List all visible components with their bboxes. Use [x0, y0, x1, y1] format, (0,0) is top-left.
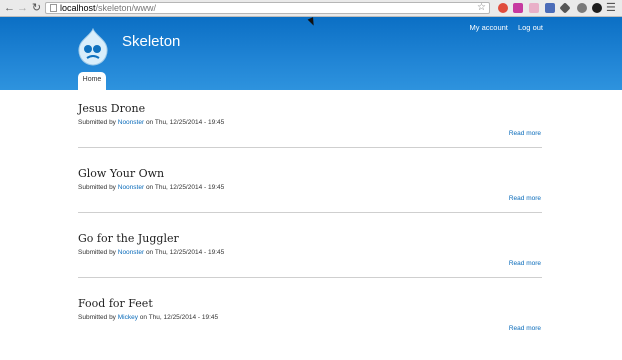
- submitted-prefix: Submitted by: [78, 314, 116, 321]
- extension-icon[interactable]: [577, 3, 587, 13]
- page-icon: [50, 4, 57, 12]
- node-title[interactable]: Food for Feet: [78, 295, 542, 313]
- url-path: /skeleton/www/: [95, 3, 157, 13]
- submitted-date: on Thu, 12/25/2014 - 19:45: [145, 249, 225, 256]
- tab-home[interactable]: Home: [78, 72, 106, 90]
- read-more-link[interactable]: Read more: [509, 130, 541, 137]
- node-teaser: Jesus Drone Submitted by Noonster on Thu…: [78, 100, 542, 165]
- divider: [78, 147, 542, 148]
- extension-icon[interactable]: [592, 3, 602, 13]
- node-list: Jesus Drone Submitted by Noonster on Thu…: [78, 100, 542, 360]
- node-title[interactable]: Jesus Drone: [78, 100, 542, 118]
- extension-icon[interactable]: [559, 2, 571, 14]
- node-teaser: Go for the Juggler Submitted by Noonster…: [78, 230, 542, 295]
- site-header: Skeleton My account Log out Home: [0, 17, 622, 90]
- author-link[interactable]: Noonster: [118, 119, 144, 126]
- user-menu: My account Log out: [462, 23, 543, 32]
- submitted-line: Submitted by Noonster on Thu, 12/25/2014…: [78, 183, 542, 193]
- submitted-line: Submitted by Noonster on Thu, 12/25/2014…: [78, 118, 542, 128]
- author-link[interactable]: Mickey: [118, 314, 138, 321]
- submitted-prefix: Submitted by: [78, 184, 116, 191]
- menu-icon[interactable]: ☰: [606, 2, 616, 14]
- star-icon[interactable]: ☆: [477, 3, 486, 13]
- extension-icon[interactable]: [498, 3, 508, 13]
- read-more-link[interactable]: Read more: [509, 260, 541, 267]
- back-icon[interactable]: ←: [4, 2, 15, 14]
- address-bar[interactable]: localhost/skeleton/www/ ☆: [45, 2, 490, 14]
- submitted-date: on Thu, 12/25/2014 - 19:45: [139, 314, 219, 321]
- submitted-date: on Thu, 12/25/2014 - 19:45: [145, 184, 225, 191]
- author-link[interactable]: Noonster: [118, 249, 144, 256]
- author-link[interactable]: Noonster: [118, 184, 144, 191]
- submitted-prefix: Submitted by: [78, 119, 116, 126]
- log-out-link[interactable]: Log out: [518, 23, 543, 32]
- extension-icon[interactable]: [529, 3, 539, 13]
- submitted-prefix: Submitted by: [78, 249, 116, 256]
- read-more-link[interactable]: Read more: [509, 195, 541, 202]
- node-teaser: Food for Feet Submitted by Mickey on Thu…: [78, 295, 542, 360]
- site-name[interactable]: Skeleton: [122, 33, 180, 50]
- node-title[interactable]: Go for the Juggler: [78, 230, 542, 248]
- reload-icon[interactable]: ↻: [31, 2, 42, 14]
- drupal-logo-icon[interactable]: [76, 28, 110, 68]
- divider: [78, 212, 542, 213]
- extension-icon[interactable]: [545, 3, 555, 13]
- browser-toolbar: ← → ↻ localhost/skeleton/www/ ☆ ☰: [0, 0, 622, 17]
- node-title[interactable]: Glow Your Own: [78, 165, 542, 183]
- submitted-date: on Thu, 12/25/2014 - 19:45: [145, 119, 225, 126]
- url-host: localhost: [60, 3, 96, 13]
- submitted-line: Submitted by Mickey on Thu, 12/25/2014 -…: [78, 313, 542, 323]
- read-more-link[interactable]: Read more: [509, 325, 541, 332]
- my-account-link[interactable]: My account: [470, 23, 508, 32]
- node-teaser: Glow Your Own Submitted by Noonster on T…: [78, 165, 542, 230]
- forward-icon[interactable]: →: [17, 2, 28, 14]
- extension-icon[interactable]: [513, 3, 523, 13]
- submitted-line: Submitted by Noonster on Thu, 12/25/2014…: [78, 248, 542, 258]
- divider: [78, 277, 542, 278]
